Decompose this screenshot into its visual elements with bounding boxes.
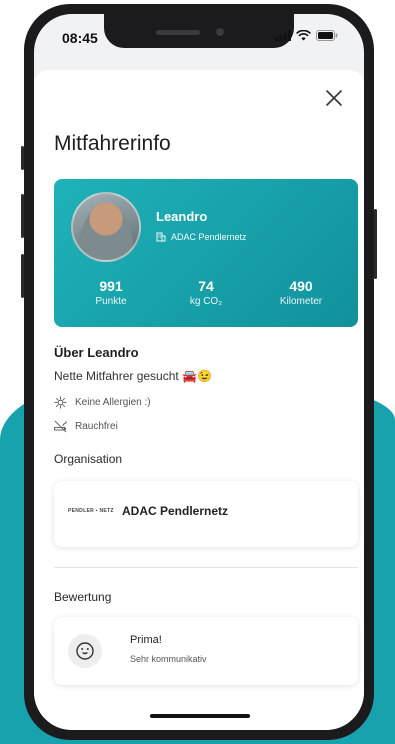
phone-frame: 08:45 Mitfahrerinfo Leandro ADAC Pendler… (21, 4, 377, 740)
status-time: 08:45 (62, 30, 98, 46)
phone-side-button (21, 146, 24, 170)
wifi-icon (296, 30, 311, 41)
divider (54, 567, 358, 568)
status-bar: 08:45 (34, 14, 364, 66)
signal-icon (275, 30, 291, 41)
speaker-grille (156, 30, 200, 35)
stat-value: 74 (198, 278, 214, 294)
phone-volume-up-button (21, 194, 24, 238)
stat-kilometers: 490 Kilometer (256, 278, 346, 307)
organisation-heading: Organisation (54, 452, 123, 466)
rating-subtitle: Sehr kommunikativ (130, 654, 207, 664)
about-item-smoking: Rauchfrei (54, 420, 118, 433)
rating-title: Prima! (130, 634, 162, 646)
stat-label: Kilometer (279, 296, 323, 307)
rating-card: Prima! Sehr kommunikativ (54, 617, 358, 685)
close-icon[interactable] (324, 88, 344, 108)
organisation-name: ADAC Pendlernetz (122, 504, 229, 518)
notch (104, 14, 294, 48)
stat-value: 490 (289, 278, 313, 294)
about-item-label: Rauchfrei (75, 421, 118, 432)
stat-value: 991 (99, 278, 123, 294)
rider-info-sheet: Mitfahrerinfo Leandro ADAC Pendlernetz 9… (34, 70, 364, 730)
no-smoking-icon (54, 420, 67, 433)
about-text: Nette Mitfahrer gesucht 🚘😉 (54, 369, 212, 383)
smiley-icon (76, 642, 94, 660)
status-icons (275, 30, 338, 41)
profile-card: Leandro ADAC Pendlernetz 991 Punkte 74 k… (54, 179, 358, 327)
building-icon (156, 232, 166, 242)
smiley-badge (68, 634, 102, 668)
allergy-icon (54, 396, 67, 409)
about-heading: Über Leandro (54, 345, 139, 360)
stat-points: 991 Punkte (66, 278, 156, 307)
phone-power-button (374, 209, 377, 279)
page-title: Mitfahrerinfo (54, 132, 171, 155)
front-camera (216, 28, 224, 36)
avatar (71, 192, 141, 262)
stat-label: Punkte (95, 296, 127, 307)
battery-icon (316, 30, 338, 41)
profile-organization-label: ADAC Pendlernetz (171, 232, 247, 242)
stat-co2: 74 kg CO₂ (161, 278, 251, 307)
rating-heading: Bewertung (54, 590, 112, 604)
profile-organization: ADAC Pendlernetz (156, 232, 247, 242)
home-indicator[interactable] (150, 714, 250, 718)
profile-name: Leandro (156, 209, 208, 224)
about-item-allergies: Keine Allergien :) (54, 396, 151, 409)
organisation-logo: PENDLER ▪ NETZ (68, 508, 114, 514)
phone-volume-down-button (21, 254, 24, 298)
stat-label: kg CO₂ (189, 296, 223, 307)
organisation-card[interactable]: PENDLER ▪ NETZ ADAC Pendlernetz (54, 481, 358, 547)
screen: 08:45 Mitfahrerinfo Leandro ADAC Pendler… (34, 14, 364, 730)
about-item-label: Keine Allergien :) (75, 397, 151, 408)
